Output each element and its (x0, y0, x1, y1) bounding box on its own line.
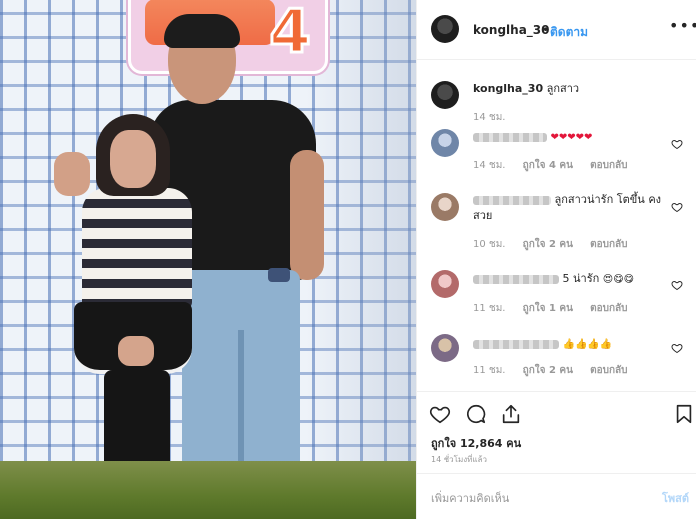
comment-time: 11 ชม. (473, 365, 506, 376)
author-avatar[interactable] (431, 15, 459, 43)
man-hair (164, 14, 240, 48)
heart-icon[interactable] (429, 403, 451, 425)
caption-username[interactable]: konglha_30 (473, 82, 543, 95)
girl-striped-top (82, 188, 192, 310)
comment-meta: 11 ชม. ถูกใจ 1 คน ตอบกลับ (473, 301, 628, 316)
grass (0, 461, 416, 519)
bookmark-icon[interactable] (673, 403, 695, 425)
heart-icon[interactable] (671, 138, 683, 150)
comment-likes[interactable]: ถูกใจ 2 คน (523, 365, 573, 376)
header-separator: • (542, 23, 550, 37)
heart-icon[interactable] (671, 279, 683, 291)
caption-avatar[interactable] (431, 81, 459, 109)
posted-time: 14 ชั่วโมงที่แล้ว (431, 455, 487, 464)
comment-time: 11 ชม. (473, 303, 506, 314)
blurred-username (473, 339, 559, 349)
comment-likes[interactable]: ถูกใจ 2 คน (523, 239, 573, 250)
caption-text: ลูกสาว (546, 82, 580, 95)
comment-emoji: 😍😋😋 (602, 274, 635, 285)
comment-likes[interactable]: ถูกใจ 1 คน (523, 303, 573, 314)
comment-text-line: 👍👍👍👍 (473, 336, 612, 353)
comment-time: 10 ชม. (473, 239, 506, 250)
likes-count[interactable]: ถูกใจ 12,864 คน (431, 434, 521, 452)
post-side-panel: konglha_30 • ติดตาม ••• konglha_30 ลูกสา… (416, 0, 696, 519)
post-photo[interactable]: 4 (0, 0, 416, 519)
comment-text-line: ลูกสาวน่ารัก โตขึ้น คงสวย (473, 192, 663, 224)
comment-meta: 14 ชม. ถูกใจ 4 คน ตอบกลับ (473, 158, 628, 173)
comments-list[interactable]: konglha_30 ลูกสาว 14 ชม. ❤❤❤❤❤ 14 ชม. ถู… (417, 61, 696, 391)
commenter-avatar[interactable] (431, 270, 459, 298)
commenter-avatar[interactable] (431, 334, 459, 362)
more-options-icon[interactable]: ••• (669, 16, 696, 35)
share-icon[interactable] (500, 403, 522, 425)
comment-emoji: 👍👍👍👍 (562, 339, 613, 350)
comment-emoji: ❤❤❤❤❤ (550, 132, 593, 143)
add-comment-bar: เพิ่มความคิดเห็น โพสต์ (417, 473, 696, 519)
reply-button[interactable]: ตอบกลับ (590, 160, 627, 171)
reply-button[interactable]: ตอบกลับ (590, 365, 627, 376)
commenter-avatar[interactable] (431, 129, 459, 157)
girl-hands (118, 336, 154, 366)
commenter-avatar[interactable] (431, 193, 459, 221)
man-watch (268, 268, 290, 282)
comment-likes[interactable]: ถูกใจ 4 คน (523, 160, 573, 171)
post-header: konglha_30 • ติดตาม ••• (417, 0, 696, 60)
comment-text-line: 5 น่ารัก 😍😋😋 (473, 271, 634, 288)
comment-icon[interactable] (465, 403, 487, 425)
girl-face (110, 130, 156, 188)
post-comment-button[interactable]: โพสต์ (662, 489, 689, 507)
caption-time: 14 ชม. (473, 112, 506, 123)
comment-text-line: ❤❤❤❤❤ (473, 129, 592, 146)
author-username[interactable]: konglha_30 (473, 23, 550, 37)
heart-icon[interactable] (671, 201, 683, 213)
comment-meta: 10 ชม. ถูกใจ 2 คน ตอบกลับ (473, 237, 628, 252)
comment-time: 14 ชม. (473, 160, 506, 171)
post-actions: ถูกใจ 12,864 คน 14 ชั่วโมงที่แล้ว (417, 391, 696, 473)
comment-input[interactable]: เพิ่มความคิดเห็น (431, 489, 651, 507)
reply-button[interactable]: ตอบกลับ (590, 303, 627, 314)
blurred-username (473, 195, 551, 205)
comment-text: 5 น่ารัก (562, 272, 600, 285)
man-jeans-seam (238, 330, 244, 475)
comment-meta: 11 ชม. ถูกใจ 2 คน ตอบกลับ (473, 363, 628, 378)
girl-peace-hand (54, 152, 90, 196)
heart-icon[interactable] (671, 342, 683, 354)
reply-button[interactable]: ตอบกลับ (590, 239, 627, 250)
blurred-username (473, 274, 559, 284)
sign-number: 4 (268, 0, 313, 69)
caption-text-line: konglha_30 ลูกสาว (473, 81, 579, 97)
blurred-username (473, 132, 547, 142)
follow-button[interactable]: ติดตาม (550, 23, 588, 42)
man-arm (290, 150, 324, 280)
